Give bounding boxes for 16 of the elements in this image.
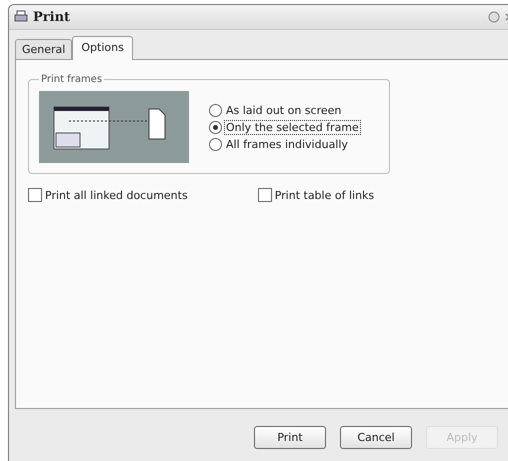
checkbox-label[interactable]: Print table of links	[274, 188, 374, 202]
window-title: Print	[33, 10, 72, 24]
tab[interactable]: General	[15, 39, 72, 60]
radio-button[interactable]	[209, 138, 222, 150]
group-title: Print frames	[40, 74, 104, 85]
checkbox-label[interactable]: Print all linked documents	[45, 188, 188, 202]
checkbox[interactable]	[258, 188, 272, 202]
dialog-button[interactable]: Cancel	[340, 426, 412, 448]
checkbox[interactable]	[28, 188, 42, 202]
radio-label[interactable]: Only the selected frame	[225, 120, 360, 134]
dialog-button[interactable]: Print	[254, 426, 326, 448]
radio-label[interactable]: As laid out on screen	[225, 104, 342, 116]
radio-label[interactable]: All frames individually	[225, 138, 349, 150]
radio-button[interactable]	[209, 104, 222, 116]
radio-button[interactable]	[209, 120, 222, 134]
tab[interactable]: Options	[72, 36, 133, 60]
